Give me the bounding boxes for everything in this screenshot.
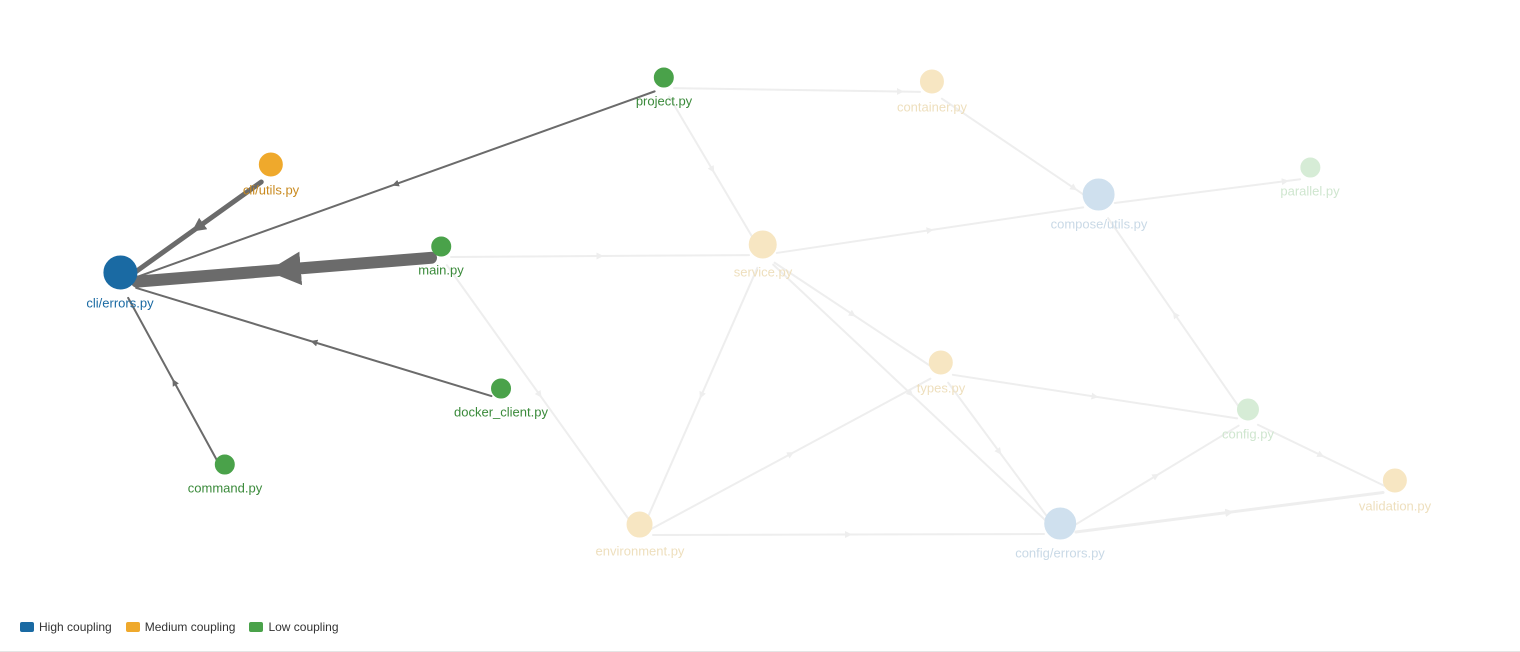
graph-node[interactable]: docker_client.py — [454, 379, 548, 420]
legend-medium-swatch — [126, 622, 140, 632]
node-dot[interactable] — [1383, 469, 1407, 493]
legend-high-swatch — [20, 622, 34, 632]
edge — [775, 263, 931, 367]
node-dot[interactable] — [431, 237, 451, 257]
legend-high-label: High coupling — [39, 620, 112, 634]
node-label: config.py — [1222, 427, 1274, 442]
node-label: container.py — [897, 100, 967, 115]
edge — [136, 91, 655, 277]
legend-low-label: Low coupling — [268, 620, 338, 634]
node-dot[interactable] — [654, 68, 674, 88]
node-dot[interactable] — [920, 70, 944, 94]
node-dot[interactable] — [1300, 158, 1320, 178]
node-label: docker_client.py — [454, 405, 548, 420]
graph-node[interactable]: project.py — [636, 68, 692, 109]
legend-high[interactable]: High coupling — [20, 620, 112, 634]
graph-node[interactable]: config.py — [1222, 399, 1274, 442]
graph-canvas[interactable]: cli/errors.py cli/utils.py main.py project.… — [0, 0, 1520, 652]
graph-node[interactable]: config/errors.py — [1015, 508, 1105, 561]
graph-node[interactable]: environment.py — [596, 512, 685, 559]
edge — [773, 265, 1048, 523]
node-label: main.py — [418, 263, 464, 278]
edge — [653, 534, 1044, 535]
graph-node[interactable]: validation.py — [1359, 469, 1431, 514]
node-dot[interactable] — [627, 512, 653, 538]
legend-low-swatch — [249, 622, 263, 632]
graph-node[interactable]: container.py — [897, 70, 967, 115]
node-dot[interactable] — [491, 379, 511, 399]
node-label: command.py — [188, 481, 262, 496]
edge — [948, 383, 1050, 521]
node-label: parallel.py — [1280, 184, 1339, 199]
graph-node[interactable]: cli/errors.py — [86, 256, 153, 311]
node-label: validation.py — [1359, 499, 1431, 514]
graph-node[interactable]: types.py — [917, 351, 965, 396]
node-label: service.py — [734, 265, 793, 280]
graph-node[interactable]: cli/utils.py — [243, 153, 299, 198]
node-dot[interactable] — [215, 455, 235, 475]
edge — [645, 268, 757, 523]
legend-medium[interactable]: Medium coupling — [126, 620, 236, 634]
node-label: environment.py — [596, 544, 685, 559]
node-dot[interactable] — [1083, 179, 1115, 211]
legend-medium-label: Medium coupling — [145, 620, 236, 634]
node-label: types.py — [917, 381, 965, 396]
edge — [137, 258, 431, 282]
legend: High coupling Medium coupling Low coupli… — [20, 620, 339, 634]
graph-node[interactable]: main.py — [418, 237, 464, 278]
edge — [1108, 218, 1242, 411]
edge — [669, 97, 756, 243]
edge — [451, 255, 749, 257]
edge-layer — [0, 0, 1520, 652]
edge — [651, 379, 930, 529]
graph-node[interactable]: compose/utils.py — [1051, 179, 1148, 232]
node-label: cli/errors.py — [86, 296, 153, 311]
graph-node[interactable]: service.py — [734, 231, 793, 280]
edge — [128, 298, 220, 466]
legend-low[interactable]: Low coupling — [249, 620, 338, 634]
node-label: project.py — [636, 94, 692, 109]
node-dot[interactable] — [103, 256, 137, 290]
edge — [674, 88, 920, 92]
edge — [777, 207, 1083, 253]
node-label: config/errors.py — [1015, 546, 1105, 561]
node-dot[interactable] — [1044, 508, 1076, 540]
node-label: compose/utils.py — [1051, 217, 1148, 232]
graph-node[interactable]: parallel.py — [1280, 158, 1339, 199]
edge — [953, 375, 1237, 419]
node-dot[interactable] — [929, 351, 953, 375]
edge — [136, 288, 491, 396]
node-dot[interactable] — [259, 153, 283, 177]
node-dot[interactable] — [749, 231, 777, 259]
edge — [1076, 493, 1383, 532]
node-label: cli/utils.py — [243, 183, 299, 198]
graph-node[interactable]: command.py — [188, 455, 262, 496]
node-dot[interactable] — [1237, 399, 1259, 421]
